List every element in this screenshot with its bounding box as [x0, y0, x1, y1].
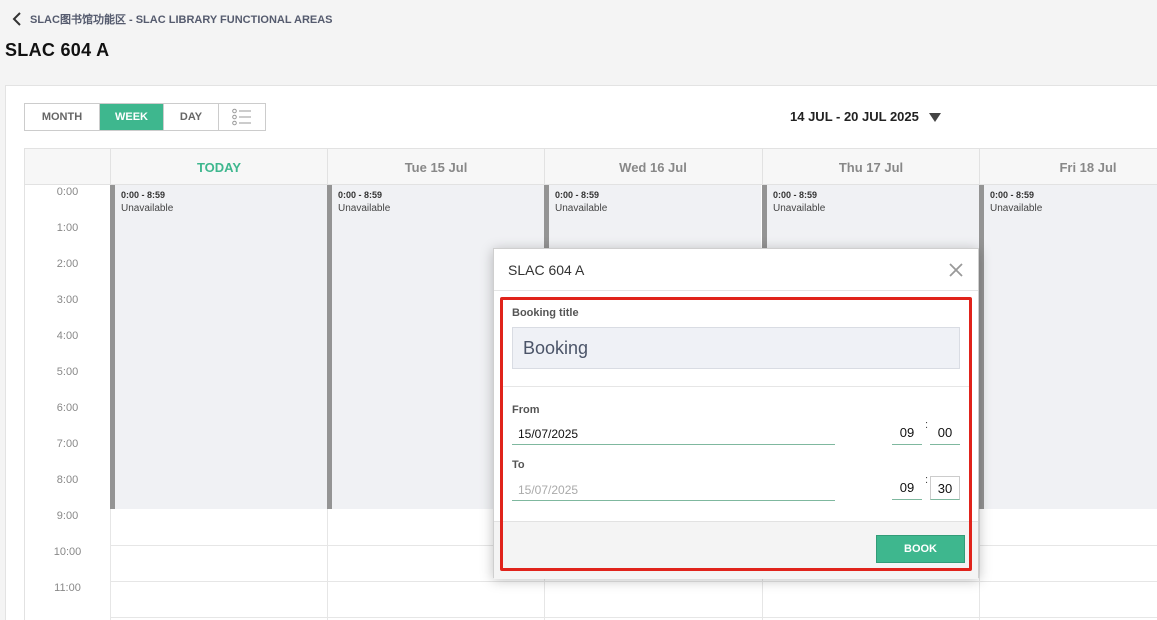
calendar-header: TODAY Tue 15 Jul Wed 16 Jul Thu 17 Jul F… — [25, 149, 1157, 185]
hour-divider — [110, 581, 1157, 582]
unavailable-block[interactable]: 0:00 - 8:59 Unavailable — [110, 185, 327, 509]
booking-modal: SLAC 604 A Booking title From : To : BOO… — [493, 248, 979, 579]
time-label: 3:00 — [56, 294, 79, 306]
time-label: 0:00 — [56, 186, 79, 198]
week-view-button[interactable]: WEEK — [100, 104, 164, 130]
unavailable-block[interactable]: 0:00 - 8:59 Unavailable — [979, 185, 1157, 509]
modal-title: SLAC 604 A — [508, 261, 585, 278]
day-header: Wed 16 Jul — [544, 149, 761, 185]
list-icon — [232, 108, 251, 126]
time-label: 5:00 — [56, 366, 79, 378]
close-icon[interactable] — [948, 262, 964, 278]
block-time: 0:00 - 8:59 — [121, 190, 166, 200]
block-label: Unavailable — [121, 203, 174, 214]
month-view-button[interactable]: MONTH — [25, 104, 100, 130]
block-time: 0:00 - 8:59 — [773, 190, 818, 200]
highlight-outline — [500, 297, 972, 571]
time-label: 1:00 — [56, 222, 79, 234]
time-label: 7:00 — [56, 438, 79, 450]
view-switcher: MONTH WEEK DAY — [24, 103, 266, 131]
time-label: 4:00 — [56, 330, 79, 342]
time-label: 10:00 — [53, 546, 82, 558]
day-header: Tue 15 Jul — [327, 149, 544, 185]
block-label: Unavailable — [555, 203, 608, 214]
block-label: Unavailable — [338, 203, 391, 214]
block-time: 0:00 - 8:59 — [555, 190, 600, 200]
chevron-left-icon[interactable] — [12, 12, 22, 26]
block-label: Unavailable — [773, 203, 826, 214]
hour-divider — [110, 617, 1157, 618]
block-time: 0:00 - 8:59 — [990, 190, 1035, 200]
time-label: 9:00 — [56, 510, 79, 522]
modal-header: SLAC 604 A — [494, 249, 978, 291]
breadcrumb[interactable]: SLAC图书馆功能区 - SLAC LIBRARY FUNCTIONAL ARE… — [12, 11, 333, 27]
date-range-selector[interactable]: 14 JUL - 20 JUL 2025 — [790, 109, 941, 124]
block-label: Unavailable — [990, 203, 1043, 214]
day-header: Thu 17 Jul — [762, 149, 979, 185]
time-label: 6:00 — [56, 402, 79, 414]
time-label: 8:00 — [56, 474, 79, 486]
block-time: 0:00 - 8:59 — [338, 190, 383, 200]
day-header: Fri 18 Jul — [979, 149, 1157, 185]
list-view-button[interactable] — [219, 104, 265, 130]
time-label: 2:00 — [56, 258, 79, 270]
day-view-button[interactable]: DAY — [164, 104, 219, 130]
page-title: SLAC 604 A — [5, 40, 110, 60]
caret-down-icon[interactable] — [928, 113, 941, 122]
time-label: 11:00 — [54, 582, 81, 594]
breadcrumb-label[interactable]: SLAC图书馆功能区 - SLAC LIBRARY FUNCTIONAL ARE… — [30, 11, 333, 27]
day-header-today: TODAY — [110, 149, 327, 185]
date-range-label[interactable]: 14 JUL - 20 JUL 2025 — [790, 109, 919, 124]
